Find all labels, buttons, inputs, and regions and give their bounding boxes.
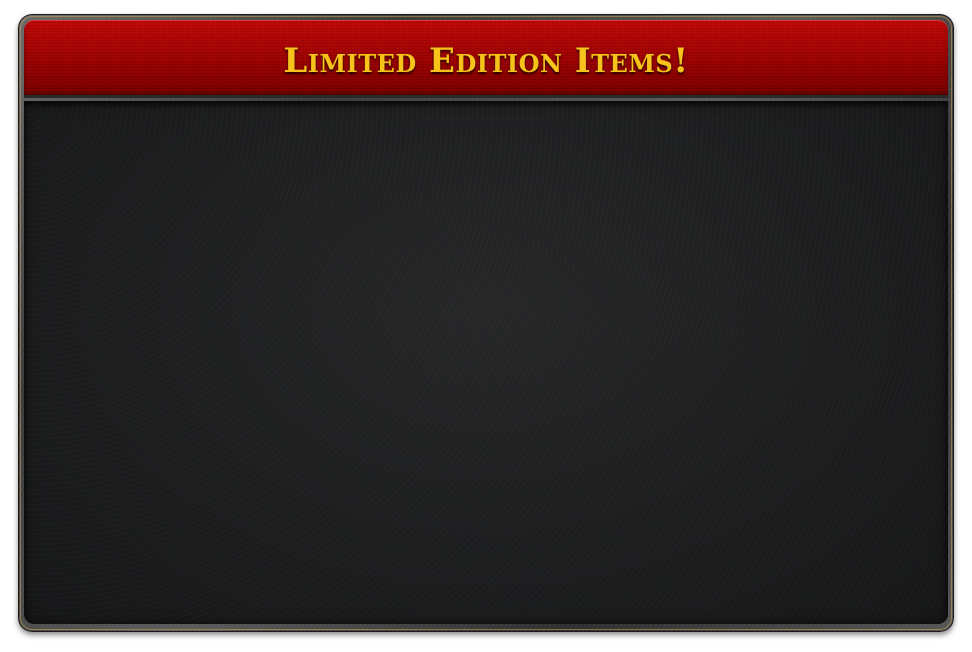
items-content-panel bbox=[24, 101, 948, 624]
window-title: Limited Edition Items! bbox=[283, 41, 689, 81]
window-header: Limited Edition Items! bbox=[24, 20, 948, 98]
limited-edition-window: Limited Edition Items! bbox=[18, 14, 954, 632]
